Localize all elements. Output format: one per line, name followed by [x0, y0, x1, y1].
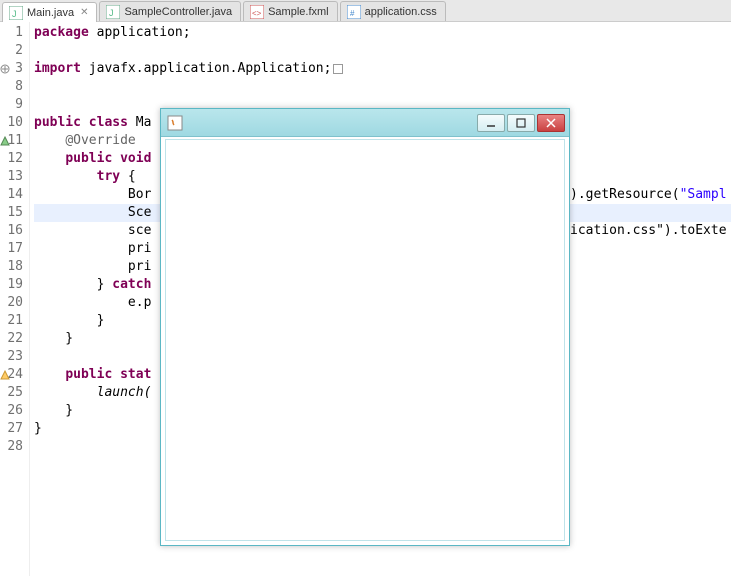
line-number: 14 [0, 186, 23, 204]
tab-label: Sample.fxml [268, 6, 329, 18]
close-button[interactable] [537, 114, 565, 132]
close-icon[interactable]: ✕ [80, 7, 88, 18]
tab-label: Main.java [27, 7, 74, 19]
window-client-area[interactable] [165, 139, 565, 541]
line-number: 3 [0, 60, 23, 78]
line-number: 9 [0, 96, 23, 114]
folded-import-marker[interactable] [333, 64, 343, 74]
window-title: ​​​​​​​​​​​​ [189, 116, 477, 130]
css-file-icon: # [347, 5, 361, 19]
fold-expand-icon[interactable] [0, 62, 10, 74]
code-line-tail: ication.css").toExte [570, 222, 727, 240]
window-titlebar[interactable]: ​​​​​​​​​​​​ [161, 109, 569, 137]
line-number: 8 [0, 78, 23, 96]
line-number: 23 [0, 348, 23, 366]
minimize-button[interactable] [477, 114, 505, 132]
line-number: 26 [0, 402, 23, 420]
java-file-icon: J [9, 6, 23, 20]
svg-text:<>: <> [252, 9, 262, 18]
fxml-file-icon: <> [250, 5, 264, 19]
line-number: 22 [0, 330, 23, 348]
code-line-tail: ).getResource("Sampl [570, 186, 727, 204]
line-number: 2 [0, 42, 23, 60]
code-line: import javafx.application.Application; [34, 60, 731, 78]
line-number: 16 [0, 222, 23, 240]
line-number: 24 [0, 366, 23, 384]
line-number: 11 [0, 132, 23, 150]
code-line [34, 78, 731, 96]
editor-tabbar: J Main.java ✕ J SampleController.java <> Sampl… [0, 0, 731, 22]
line-number: 13 [0, 168, 23, 186]
editor-tab-1[interactable]: J SampleController.java [99, 1, 241, 21]
override-marker-icon[interactable] [0, 134, 10, 146]
line-number: 12 [0, 150, 23, 168]
line-number: 28 [0, 438, 23, 456]
editor-tab-0[interactable]: J Main.java ✕ [2, 2, 97, 22]
line-number: 18 [0, 258, 23, 276]
editor-tab-2[interactable]: <> Sample.fxml [243, 1, 338, 21]
line-gutter: 1238910111213141516171819202122232425262… [0, 22, 30, 576]
editor-tab-3[interactable]: # application.css [340, 1, 446, 21]
javafx-app-window: ​​​​​​​​​​​​ [160, 108, 570, 546]
code-line: package application; [34, 24, 731, 42]
line-number: 27 [0, 420, 23, 438]
warning-marker-icon[interactable] [0, 368, 10, 380]
maximize-button[interactable] [507, 114, 535, 132]
line-number: 1 [0, 24, 23, 42]
window-controls [477, 114, 565, 132]
java-app-icon [167, 115, 183, 131]
svg-text:#: # [350, 9, 355, 18]
line-number: 20 [0, 294, 23, 312]
line-number: 19 [0, 276, 23, 294]
line-number: 25 [0, 384, 23, 402]
tab-label: SampleController.java [124, 6, 232, 18]
line-number: 17 [0, 240, 23, 258]
line-number: 10 [0, 114, 23, 132]
java-file-icon: J [106, 5, 120, 19]
line-number: 15 [0, 204, 23, 222]
svg-text:J: J [109, 8, 114, 18]
code-line [34, 42, 731, 60]
svg-text:J: J [12, 9, 17, 19]
line-number: 21 [0, 312, 23, 330]
tab-label: application.css [365, 6, 437, 18]
